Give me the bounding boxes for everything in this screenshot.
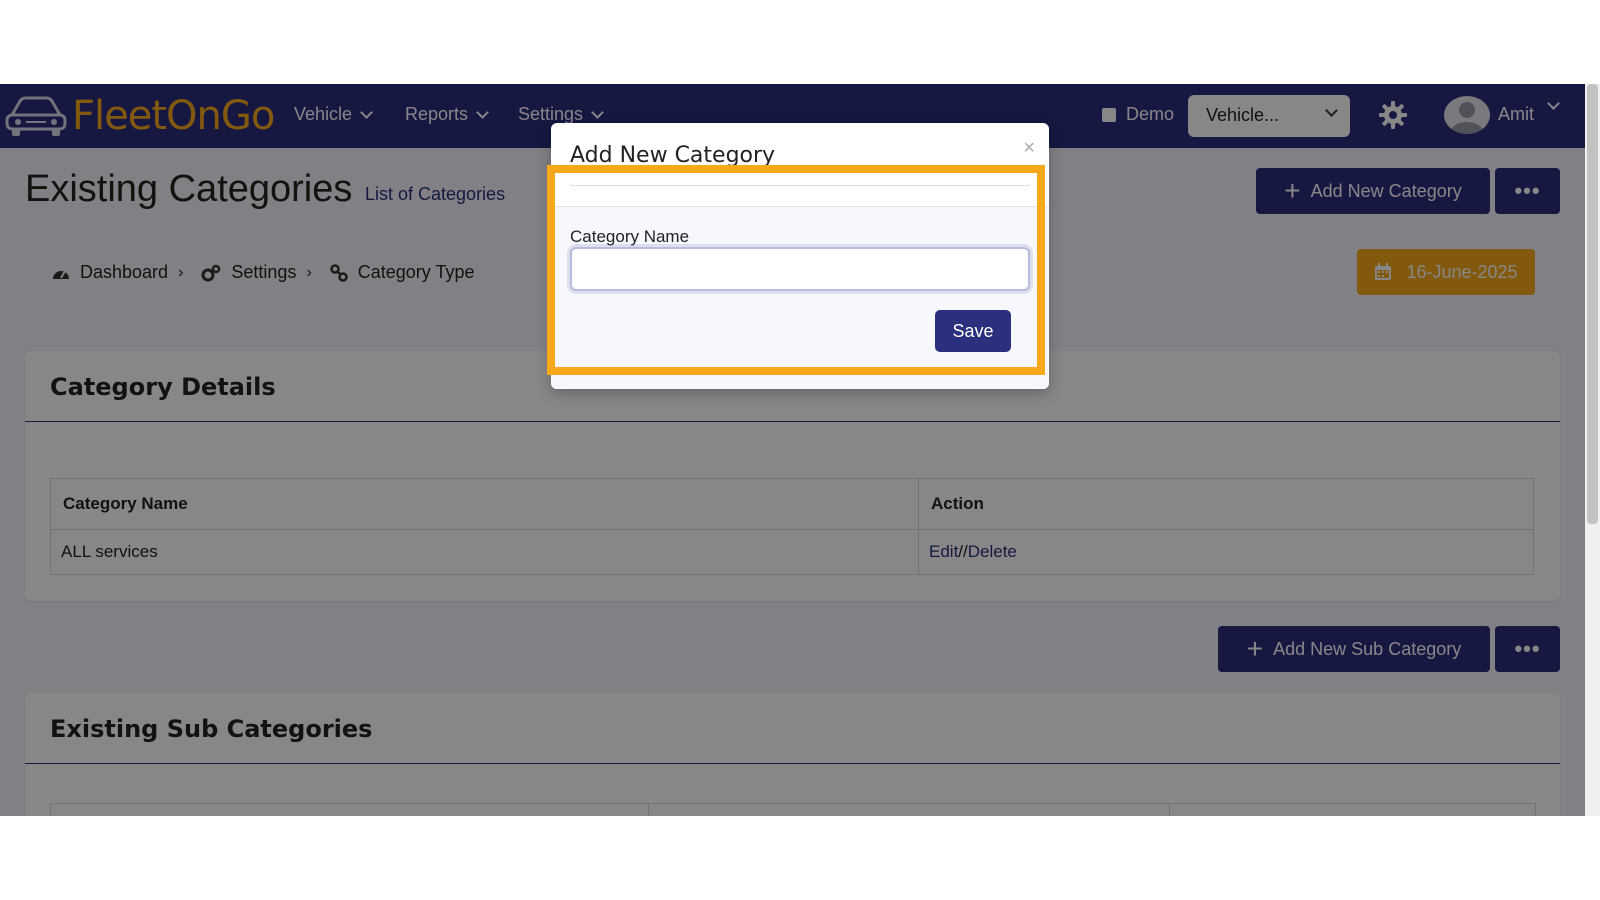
modal-divider [570,185,1030,186]
close-icon[interactable]: × [1023,137,1035,160]
category-name-input[interactable] [570,247,1030,291]
save-button[interactable]: Save [935,310,1011,352]
scrollbar-thumb[interactable] [1587,84,1598,524]
add-category-modal: Add New Category × Category Name Save [551,123,1049,389]
modal-title: Add New Category [570,143,776,168]
category-name-label: Category Name [570,227,690,246]
